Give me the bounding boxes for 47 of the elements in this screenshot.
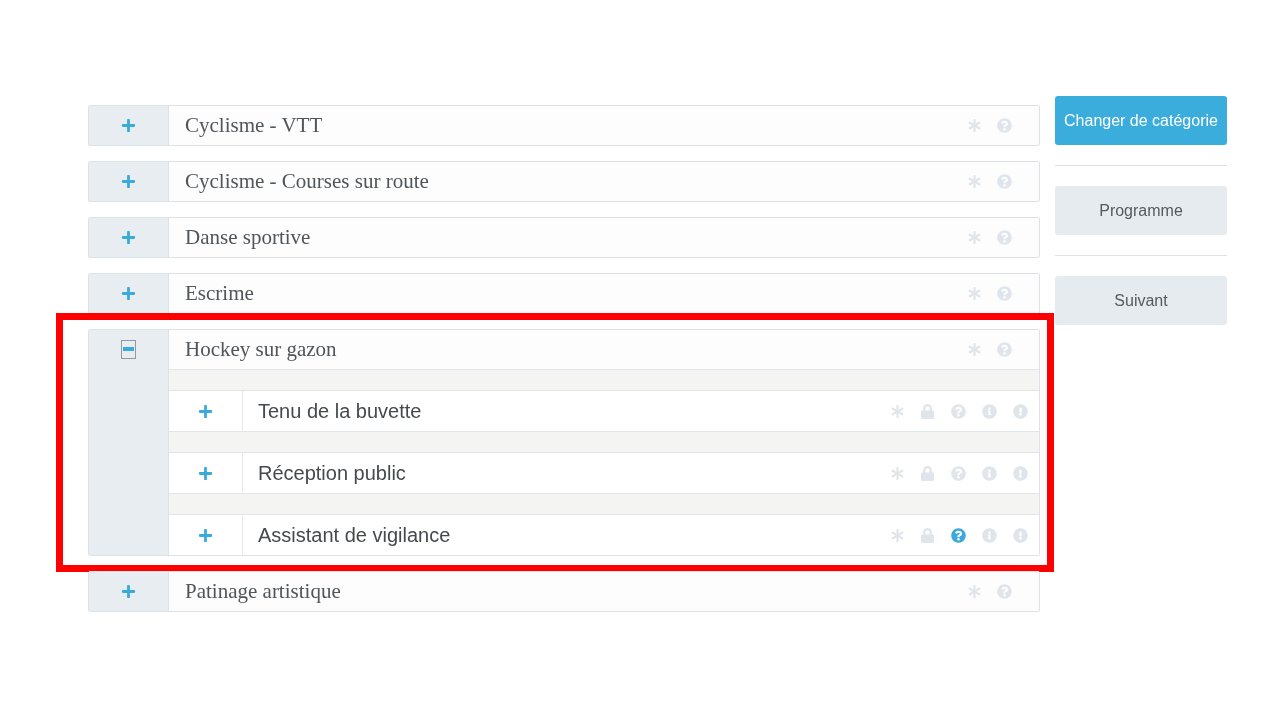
help-icon[interactable] [951, 403, 966, 419]
subitem-title: Réception public [257, 461, 407, 485]
help-icon[interactable] [997, 174, 1012, 189]
lock-icon [920, 403, 935, 419]
lock-icon [920, 527, 935, 543]
info-icon[interactable] [982, 527, 997, 543]
info-icon[interactable] [982, 403, 997, 419]
plus-icon[interactable] [198, 465, 213, 481]
asterisk-icon [968, 231, 981, 244]
help-icon[interactable] [951, 527, 966, 543]
asterisk-icon [891, 466, 904, 480]
asterisk-icon [968, 343, 981, 356]
help-icon[interactable] [997, 584, 1012, 599]
help-icon[interactable] [997, 118, 1012, 133]
category-title: Cyclisme - Courses sur route [185, 169, 430, 194]
subitem-title: Tenu de la buvette [257, 399, 423, 423]
category-title: Escrime [185, 281, 255, 306]
minus-icon[interactable] [121, 340, 136, 359]
category-title: Patinage artistique [185, 579, 342, 604]
category-title: Cyclisme - VTT [185, 113, 324, 138]
exclamation-icon [1013, 465, 1028, 481]
asterisk-icon [968, 585, 981, 598]
help-icon[interactable] [997, 342, 1012, 357]
help-icon[interactable] [951, 465, 966, 481]
plus-icon[interactable] [121, 174, 136, 189]
asterisk-icon [891, 404, 904, 418]
plus-icon[interactable] [121, 230, 136, 245]
help-icon[interactable] [997, 230, 1012, 245]
plus-icon[interactable] [198, 403, 213, 419]
plus-icon[interactable] [121, 118, 136, 133]
category-title: Danse sportive [185, 225, 312, 250]
info-icon[interactable] [982, 465, 997, 481]
lock-icon [920, 465, 935, 481]
plus-icon[interactable] [198, 527, 213, 543]
asterisk-icon [968, 175, 981, 188]
plus-icon[interactable] [121, 584, 136, 599]
next-button[interactable]: Suivant [1055, 276, 1227, 325]
asterisk-icon [891, 528, 904, 542]
plus-icon[interactable] [121, 286, 136, 301]
category-title: Hockey sur gazon [185, 337, 338, 362]
help-icon[interactable] [997, 286, 1012, 301]
asterisk-icon [968, 287, 981, 300]
exclamation-icon [1013, 527, 1028, 543]
program-button[interactable]: Programme [1055, 186, 1227, 235]
asterisk-icon [968, 119, 981, 132]
subitem-title: Assistant de vigilance [257, 523, 452, 547]
exclamation-icon [1013, 403, 1028, 419]
